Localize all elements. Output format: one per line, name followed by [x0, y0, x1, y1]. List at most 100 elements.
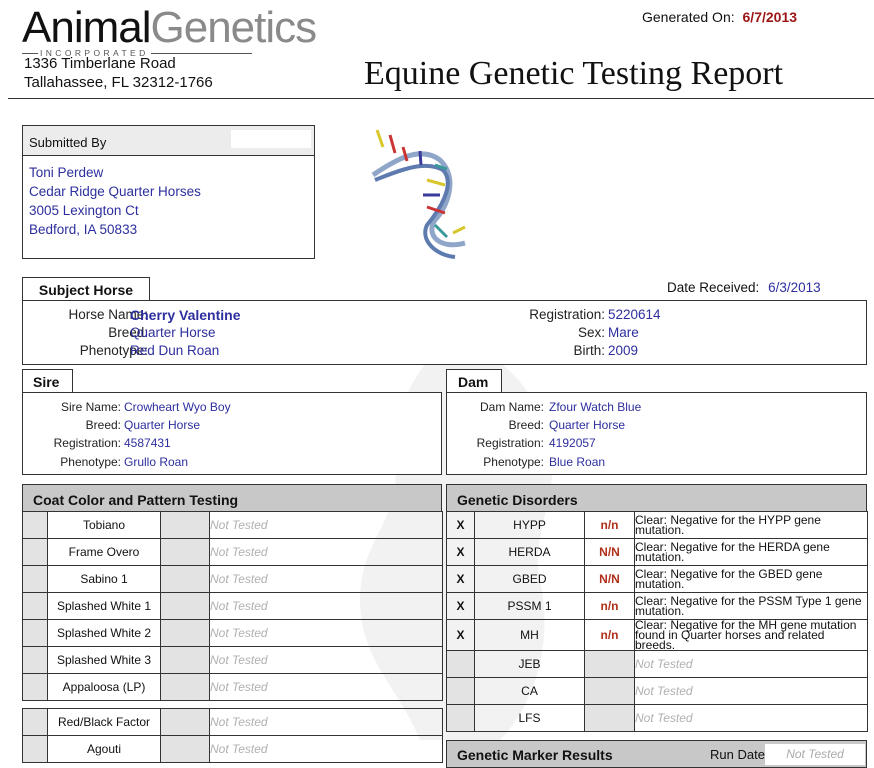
sex-label: Sex: — [577, 325, 605, 340]
test-status: Not Tested — [209, 538, 443, 566]
table-row: CA Not Tested — [446, 677, 868, 705]
row-checkbox-cell — [22, 619, 48, 647]
sire-phenotype-label: Phenotype: — [60, 455, 121, 469]
submitted-by-header: Submitted By — [23, 126, 314, 156]
disorder-result: N/N — [584, 565, 635, 593]
disorder-result: N/N — [584, 538, 635, 566]
disorder-name: MH — [474, 619, 585, 651]
dam-registration-value: 4192057 — [549, 436, 596, 450]
date-received-label: Date Received: — [667, 280, 760, 295]
disorder-result — [584, 704, 635, 732]
table-row: X GBED N/N Clear: Negative for the GBED gen… — [446, 565, 868, 593]
tested-mark: X — [446, 565, 475, 593]
table-row: LFS Not Tested — [446, 704, 868, 732]
tab-sire: Sire — [22, 369, 73, 393]
disorder-result — [584, 677, 635, 705]
disorder-name: GBED — [474, 565, 585, 593]
report-title: Equine Genetic Testing Report — [364, 55, 784, 92]
disorder-description: Not Tested — [634, 650, 868, 678]
test-name: Red/Black Factor — [47, 708, 161, 736]
table-row: JEB Not Tested — [446, 650, 868, 678]
row-checkbox-cell — [22, 565, 48, 593]
submitter-street: 3005 Lexington Ct — [29, 203, 139, 218]
company-address: 1336 Timberlane Road Tallahassee, FL 323… — [24, 54, 213, 92]
dam-breed-label: Breed: — [508, 418, 544, 432]
table-row: X PSSM 1 n/n Clear: Negative for the PSSM T… — [446, 592, 868, 620]
disorder-description: Clear: Negative for the HYPP gene mutati… — [634, 511, 868, 539]
sex-value: Mare — [608, 325, 639, 340]
table-row: Tobiano Not Tested — [22, 511, 443, 539]
tested-mark — [446, 704, 475, 732]
table-row: Sabino 1 Not Tested — [22, 565, 443, 593]
disorder-name: CA — [474, 677, 585, 705]
test-name: Splashed White 1 — [47, 592, 161, 620]
test-status: Not Tested — [209, 565, 443, 593]
table-row: X HYPP n/n Clear: Negative for the HYPP gen… — [446, 511, 868, 539]
result-cell — [160, 735, 210, 763]
test-name: Sabino 1 — [47, 565, 161, 593]
sire-name-label: Sire Name: — [60, 400, 121, 414]
logo-animal: Animal — [22, 3, 151, 52]
result-cell — [160, 511, 210, 539]
table-row: X MH n/n Clear: Negative for the MH gene mu… — [446, 619, 868, 651]
generated-on: Generated On: 6/7/2013 — [642, 9, 797, 25]
tested-mark — [446, 650, 475, 678]
dam-name-label: Dam Name: — [479, 400, 544, 414]
disorder-description: Clear: Negative for the GBED gene mutati… — [634, 565, 868, 593]
dam-name-value: Zfour Watch Blue — [549, 400, 642, 414]
result-cell — [160, 619, 210, 647]
dam-registration-label: Registration: — [476, 436, 544, 450]
address-line2: Tallahassee, FL 32312-1766 — [24, 74, 213, 91]
birth-value: 2009 — [608, 343, 639, 358]
disorder-result: n/n — [584, 592, 635, 620]
subject-horse-box: Horse Name: Cherry Valentine Breed: Quar… — [22, 300, 867, 365]
row-checkbox-cell — [22, 735, 48, 763]
table-row: X HERDA N/N Clear: Negative for the HERDA g… — [446, 538, 868, 566]
generated-date: 6/7/2013 — [742, 9, 798, 25]
coat-testing-title: Coat Color and Pattern Testing — [33, 492, 239, 508]
coat-testing-header: Coat Color and Pattern Testing — [22, 484, 442, 512]
test-status: Not Tested — [209, 673, 443, 701]
company-logo: AnimalGenetics INCORPORATED — [22, 3, 317, 60]
test-status: Not Tested — [209, 511, 443, 539]
result-cell — [160, 708, 210, 736]
row-checkbox-cell — [22, 708, 48, 736]
disorder-name: LFS — [474, 704, 585, 732]
sire-box: Sire Name: Crowheart Wyo Boy Breed: Quar… — [22, 392, 442, 475]
coat-testing-table: Tobiano Not Tested Frame Overo Not Tested Sa… — [22, 511, 443, 701]
row-checkbox-cell — [22, 646, 48, 674]
sire-registration-label: Registration: — [53, 436, 121, 450]
tested-mark: X — [446, 592, 475, 620]
table-row: Frame Overo Not Tested — [22, 538, 443, 566]
test-name: Appaloosa (LP) — [47, 673, 161, 701]
dna-helix-icon — [371, 129, 466, 259]
registration-label: Registration: — [529, 307, 605, 322]
submitter-name: Toni Perdew — [29, 165, 104, 180]
tested-mark — [446, 677, 475, 705]
disorder-result — [584, 650, 635, 678]
test-status: Not Tested — [209, 592, 443, 620]
test-status: Not Tested — [209, 646, 443, 674]
table-row: Agouti Not Tested — [22, 735, 443, 763]
submitter-farm: Cedar Ridge Quarter Horses — [29, 184, 201, 199]
dam-phenotype-label: Phenotype: — [483, 455, 544, 469]
test-name: Splashed White 3 — [47, 646, 161, 674]
test-name: Splashed White 2 — [47, 619, 161, 647]
result-cell — [160, 646, 210, 674]
disorder-name: HYPP — [474, 511, 585, 539]
result-cell — [160, 592, 210, 620]
table-row: Splashed White 3 Not Tested — [22, 646, 443, 674]
table-row: Red/Black Factor Not Tested — [22, 708, 443, 736]
disorder-result: n/n — [584, 619, 635, 651]
test-status: Not Tested — [209, 735, 443, 763]
run-date-value: Not Tested — [765, 744, 865, 765]
breed-value: Quarter Horse — [130, 325, 216, 340]
tab-dam: Dam — [446, 369, 502, 393]
date-received: Date Received: 6/3/2013 — [667, 280, 821, 295]
genetic-marker-title: Genetic Marker Results — [457, 747, 613, 763]
row-checkbox-cell — [22, 511, 48, 539]
date-received-value: 6/3/2013 — [768, 280, 821, 295]
result-cell — [160, 538, 210, 566]
horse-name-value: Cherry Valentine — [130, 307, 241, 323]
sire-name-value: Crowheart Wyo Boy — [124, 400, 231, 414]
